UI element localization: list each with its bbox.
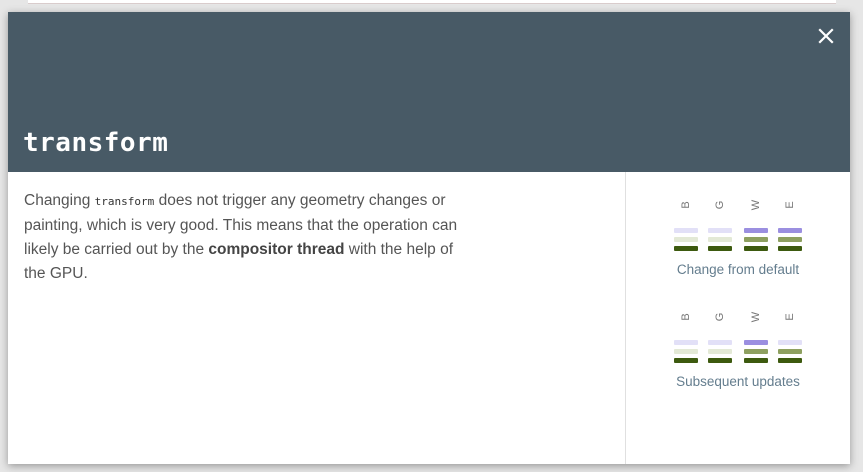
engine-letter: B (680, 313, 692, 321)
modal-body: Changing transform does not trigger any … (8, 172, 850, 464)
composite-bar (674, 246, 698, 251)
layout-bar (744, 228, 768, 233)
composite-bar (778, 246, 802, 251)
composite-bar (744, 246, 768, 251)
property-modal: transform Changing transform does not tr… (8, 12, 850, 464)
paint-bar (674, 349, 698, 354)
close-button[interactable] (814, 24, 838, 48)
close-icon (818, 28, 834, 44)
engine-letter: E (784, 201, 796, 209)
layout-bar (708, 228, 732, 233)
change-from-default-label: Change from default (676, 262, 800, 277)
engine-column-b: B (674, 310, 700, 366)
paint-bar (778, 349, 802, 354)
engine-column-w: W (744, 198, 770, 254)
layout-bar (744, 340, 768, 345)
paint-bar (674, 237, 698, 242)
layout-bar (674, 340, 698, 345)
property-description: Changing transform does not trigger any … (24, 189, 464, 286)
paint-bar (744, 237, 768, 242)
engine-column-b: B (674, 198, 700, 254)
composite-bar (778, 358, 802, 363)
layout-bar (708, 340, 732, 345)
composite-bar (708, 358, 732, 363)
engine-letter: G (714, 200, 726, 210)
composite-bar (744, 358, 768, 363)
paint-bar (708, 349, 732, 354)
description-strong: compositor thread (208, 241, 345, 258)
engine-column-e: E (778, 310, 804, 366)
engine-bars: B G W E (674, 198, 802, 254)
engine-letter: W (750, 199, 762, 211)
modal-title: transform (23, 128, 169, 158)
engine-column-e: E (778, 198, 804, 254)
layout-bar (778, 228, 802, 233)
composite-bar (708, 246, 732, 251)
description-text-1: Changing (24, 192, 95, 209)
engine-triggers-panel: B G W E Change from default B G W E Subs… (626, 172, 850, 464)
layout-bar (674, 228, 698, 233)
paint-bar (778, 237, 802, 242)
engine-letter: W (750, 311, 762, 323)
composite-bar (674, 358, 698, 363)
modal-header: transform (8, 12, 850, 172)
engine-column-g: G (708, 198, 734, 254)
engine-column-g: G (708, 310, 734, 366)
background-page-strip (28, 0, 836, 4)
engine-letter: B (680, 201, 692, 209)
description-code: transform (94, 195, 155, 208)
layout-bar (778, 340, 802, 345)
subsequent-updates-label: Subsequent updates (676, 374, 800, 389)
engine-bars: B G W E (674, 310, 802, 366)
engine-letter: G (714, 312, 726, 322)
engine-letter: E (784, 313, 796, 321)
paint-bar (708, 237, 732, 242)
engine-column-w: W (744, 310, 770, 366)
paint-bar (744, 349, 768, 354)
